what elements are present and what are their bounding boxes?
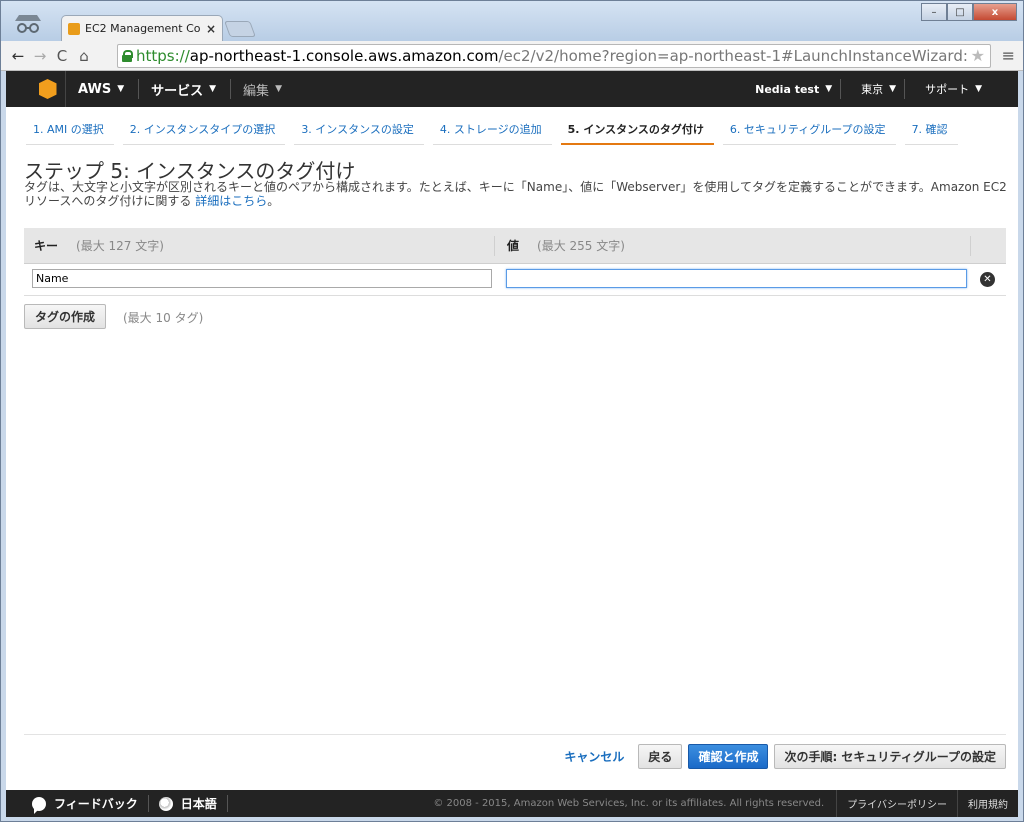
wizard-actions: キャンセル 戻る 確認と作成 次の手順: セキュリティグループの設定 [564,744,1006,769]
feedback-button[interactable]: フィードバック [6,790,148,817]
nav-divider [230,79,232,99]
value-header-hint: (最大 255 文字) [537,239,625,253]
remove-tag-icon[interactable]: ✕ [980,272,995,287]
nav-support[interactable]: サポート ▼ [917,81,1018,97]
learn-more-link[interactable]: 詳細はこちら [195,194,267,208]
key-header-hint: (最大 127 文字) [76,239,164,253]
terms-link[interactable]: 利用規約 [957,790,1018,817]
privacy-policy-link[interactable]: プライバシーポリシー [836,790,957,817]
nav-account[interactable]: Nedia test ▼ [747,83,840,96]
key-header-label: キー [34,239,59,253]
create-tag-button[interactable]: タグの作成 [24,304,107,329]
chevron-down-icon: ▼ [825,84,833,94]
tag-key-input[interactable] [32,269,492,288]
back-arrow-icon[interactable]: ← [7,47,29,65]
bookmark-star-icon[interactable]: ★ [971,46,985,65]
nav-divider [840,79,842,99]
step-configure[interactable]: 3. インスタンスの設定 [294,121,424,145]
aws-top-nav: AWS ▼ サービス ▼ 編集 ▼ Nedia test ▼ 東京 ▼ サポート [6,71,1018,107]
table-row: ✕ [24,264,1006,296]
review-and-launch-button[interactable]: 確認と作成 [688,744,769,769]
aws-favicon-icon [68,22,80,35]
description-end: 。 [267,194,280,208]
copyright-text: © 2008 - 2015, Amazon Web Services, Inc.… [433,798,825,809]
minimize-button[interactable]: – [921,3,947,21]
divider [24,734,1006,735]
url-scheme: https:// [136,47,190,65]
chevron-down-icon: ▼ [209,84,217,94]
tab-title: EC2 Management Cons [85,22,201,35]
main-content: 1. AMI の選択 2. インスタンスタイプの選択 3. インスタンスの設定 … [6,107,1018,790]
tag-value-input[interactable] [506,269,967,288]
step-storage[interactable]: 4. ストレージの追加 [432,121,552,145]
nav-divider [904,79,906,99]
nav-edit-label: 編集 [243,83,270,99]
create-tag-hint: (最大 10 タグ) [123,311,204,325]
cancel-link[interactable]: キャンセル [564,748,624,765]
maximize-button[interactable]: □ [947,3,973,21]
url-field[interactable]: https:// ap-northeast-1.console.aws.amaz… [117,44,991,68]
description-text: タグは、大文字と小文字が区別されるキーと値のペアから構成されます。たとえば、キー… [24,180,1007,208]
footer-divider [226,795,228,812]
language-selector[interactable]: 日本語 [149,790,227,817]
browser-tab[interactable]: EC2 Management Cons × [61,15,223,41]
nav-account-label: Nedia test [755,82,820,96]
value-column-header: 値 (最大 255 文字) [495,235,971,256]
nav-aws[interactable]: AWS ▼ [78,71,138,107]
tag-table-header: キー (最大 127 文字) 値 (最大 255 文字) [24,228,1006,264]
home-icon[interactable]: ⌂ [73,47,95,65]
close-window-button[interactable]: x [973,3,1017,21]
console-footer: フィードバック 日本語 © 2008 - 2015, Amazon Web Se… [6,790,1018,817]
nav-region[interactable]: 東京 ▼ [853,81,904,97]
nav-services-label: サービス [151,83,204,99]
nav-region-label: 東京 [861,83,884,96]
key-column-header: キー (最大 127 文字) [24,235,495,256]
nav-divider [138,79,140,99]
back-button[interactable]: 戻る [638,744,683,769]
step-tag[interactable]: 5. インスタンスのタグ付け [560,121,714,145]
lock-icon [122,50,133,62]
url-path: /ec2/v2/home?region=ap-northeast-1#Launc… [498,47,968,65]
nav-support-label: サポート [925,83,970,96]
aws-logo-icon[interactable] [30,71,66,107]
page-description: タグは、大文字と小文字が区別されるキーと値のペアから構成されます。たとえば、キー… [24,180,1009,208]
chevron-down-icon: ▼ [117,84,125,94]
speech-bubble-icon [32,796,46,814]
step-ami[interactable]: 1. AMI の選択 [26,121,114,145]
new-tab-button[interactable] [224,21,256,37]
language-label: 日本語 [180,797,217,811]
wizard-steps: 1. AMI の選択 2. インスタンスタイプの選択 3. インスタンスの設定 … [26,121,967,145]
chevron-down-icon: ▼ [889,84,897,94]
window-controls: – □ x [921,3,1017,21]
feedback-label: フィードバック [54,797,138,811]
step-instance-type[interactable]: 2. インスタンスタイプの選択 [122,121,286,145]
browser-window: EC2 Management Cons × – □ x ← → C ⌂ http… [0,0,1024,822]
address-bar: ← → C ⌂ https:// ap-northeast-1.console.… [1,41,1023,71]
title-bar: EC2 Management Cons × – □ x [1,1,1023,41]
url-host: ap-northeast-1.console.aws.amazon.com [189,47,499,65]
forward-arrow-icon[interactable]: → [29,47,51,65]
step-security-group[interactable]: 6. セキュリティグループの設定 [722,121,896,145]
nav-aws-label: AWS [78,81,112,97]
nav-right: Nedia test ▼ 東京 ▼ サポート ▼ [747,71,1018,107]
reload-icon[interactable]: C [51,47,73,65]
step-review[interactable]: 7. 確認 [904,121,958,145]
nav-services[interactable]: サービス ▼ [151,71,230,107]
chevron-down-icon: ▼ [975,84,982,94]
nav-edit[interactable]: 編集 ▼ [243,71,296,107]
browser-menu-icon[interactable]: ≡ [1002,46,1015,65]
tab-close-icon[interactable]: × [206,22,216,36]
chevron-down-icon: ▼ [275,84,282,94]
globe-icon [158,796,173,811]
incognito-icon [11,11,45,35]
next-step-button[interactable]: 次の手順: セキュリティグループの設定 [774,744,1006,769]
value-header-label: 値 [507,239,520,253]
